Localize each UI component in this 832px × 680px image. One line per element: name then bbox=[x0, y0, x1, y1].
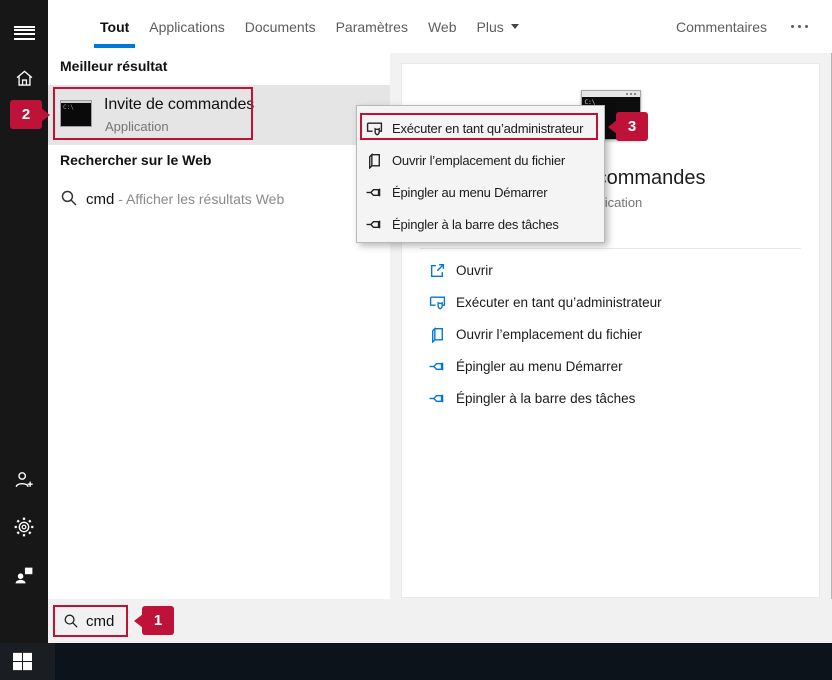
action-pin-taskbar[interactable]: Épingler à la barre des tâches bbox=[402, 382, 819, 414]
gear-icon bbox=[13, 516, 35, 538]
action-pin-start-label: Épingler au menu Démarrer bbox=[456, 359, 623, 374]
tab-parametres[interactable]: Paramètres bbox=[326, 0, 418, 53]
run-as-admin-icon bbox=[428, 293, 446, 311]
tab-documents-label: Documents bbox=[245, 19, 316, 35]
tab-web-label: Web bbox=[428, 19, 457, 35]
home-button[interactable] bbox=[0, 58, 48, 98]
web-search-header: Rechercher sur le Web bbox=[60, 152, 211, 168]
add-user-icon bbox=[13, 469, 35, 491]
search-input-box[interactable] bbox=[53, 605, 128, 637]
menu-pin-taskbar-label: Épingler à la barre des tâches bbox=[392, 217, 559, 232]
action-file-location[interactable]: Ouvrir l’emplacement du fichier bbox=[402, 318, 819, 350]
menu-file-location[interactable]: Ouvrir l’emplacement du fichier bbox=[357, 144, 604, 176]
chevron-down-icon bbox=[511, 24, 519, 29]
search-results-panel: Meilleur résultat Invite de commandes Ap… bbox=[48, 53, 390, 599]
taskbar[interactable] bbox=[0, 643, 832, 680]
menu-pin-start-label: Épingler au menu Démarrer bbox=[392, 185, 547, 200]
annotation-badge-2: 2 bbox=[10, 100, 42, 129]
hamburger-icon bbox=[14, 26, 35, 28]
search-icon bbox=[63, 613, 79, 629]
tab-documents[interactable]: Documents bbox=[235, 0, 326, 53]
annotation-badge-3: 3 bbox=[616, 112, 648, 141]
tab-plus[interactable]: Plus bbox=[467, 0, 529, 53]
tab-applications-label: Applications bbox=[149, 19, 225, 35]
action-pin-taskbar-label: Épingler à la barre des tâches bbox=[456, 391, 635, 406]
tab-web[interactable]: Web bbox=[418, 0, 467, 53]
tab-tout-label: Tout bbox=[100, 19, 129, 35]
menu-pin-taskbar[interactable]: Épingler à la barre des tâches bbox=[357, 208, 604, 240]
windows-search-screen: Tout Applications Documents Paramètres W… bbox=[0, 0, 832, 680]
menu-pin-start[interactable]: Épingler au menu Démarrer bbox=[357, 176, 604, 208]
annotation-badge-1: 1 bbox=[142, 606, 174, 635]
pin-icon bbox=[366, 216, 383, 233]
hamburger-menu-button[interactable] bbox=[0, 7, 48, 47]
action-open-label: Ouvrir bbox=[456, 263, 493, 278]
feedback-button[interactable]: Commentaires bbox=[676, 19, 767, 35]
tab-applications[interactable]: Applications bbox=[139, 0, 235, 53]
tab-tout[interactable]: Tout bbox=[90, 0, 139, 53]
search-bar-row: 1 bbox=[48, 599, 832, 643]
search-filter-tabs-bar: Tout Applications Documents Paramètres W… bbox=[48, 0, 832, 53]
add-user-button[interactable] bbox=[0, 460, 48, 500]
tab-plus-label: Plus bbox=[477, 19, 504, 35]
best-match-subtitle: Application bbox=[105, 119, 169, 134]
action-run-as-admin-label: Exécuter en tant qu’administrateur bbox=[456, 295, 662, 310]
best-match-result-row[interactable]: Invite de commandes Application bbox=[48, 85, 390, 145]
home-icon bbox=[14, 68, 35, 89]
open-icon bbox=[428, 261, 446, 279]
web-query: cmd bbox=[86, 191, 114, 208]
web-suffix: - Afficher les résultats Web bbox=[114, 191, 284, 207]
tabs: Tout Applications Documents Paramètres W… bbox=[90, 0, 529, 53]
context-menu: Exécuter en tant qu’administrateur Ouvri… bbox=[356, 105, 605, 243]
file-location-icon bbox=[428, 325, 446, 343]
windows-logo-icon bbox=[12, 652, 33, 671]
feedback-icon bbox=[14, 565, 35, 586]
action-open[interactable]: Ouvrir bbox=[402, 254, 819, 286]
divider bbox=[420, 248, 801, 249]
annotation-box-3 bbox=[360, 113, 598, 140]
settings-button[interactable] bbox=[0, 507, 48, 547]
web-result-text: cmd - Afficher les résultats Web bbox=[86, 191, 284, 208]
search-sidebar bbox=[0, 0, 48, 643]
pin-icon bbox=[428, 357, 446, 375]
preview-actions: Ouvrir Exécuter en tant qu’administrateu… bbox=[402, 254, 819, 414]
search-icon bbox=[60, 189, 78, 207]
feedback-hub-button[interactable] bbox=[0, 555, 48, 595]
best-match-title: Invite de commandes bbox=[104, 96, 254, 114]
file-location-icon bbox=[366, 152, 383, 169]
start-button[interactable] bbox=[0, 643, 55, 680]
action-file-location-label: Ouvrir l’emplacement du fichier bbox=[456, 327, 642, 342]
best-match-header: Meilleur résultat bbox=[60, 58, 167, 74]
pin-icon bbox=[366, 184, 383, 201]
action-pin-start[interactable]: Épingler au menu Démarrer bbox=[402, 350, 819, 382]
search-input[interactable] bbox=[86, 613, 126, 630]
cmd-window-icon bbox=[60, 100, 92, 127]
more-options-icon[interactable] bbox=[789, 21, 810, 32]
tab-parametres-label: Paramètres bbox=[336, 19, 408, 35]
web-result-row[interactable]: cmd - Afficher les résultats Web bbox=[48, 180, 390, 220]
menu-file-location-label: Ouvrir l’emplacement du fichier bbox=[392, 153, 565, 168]
action-run-as-admin[interactable]: Exécuter en tant qu’administrateur bbox=[402, 286, 819, 318]
pin-icon bbox=[428, 389, 446, 407]
